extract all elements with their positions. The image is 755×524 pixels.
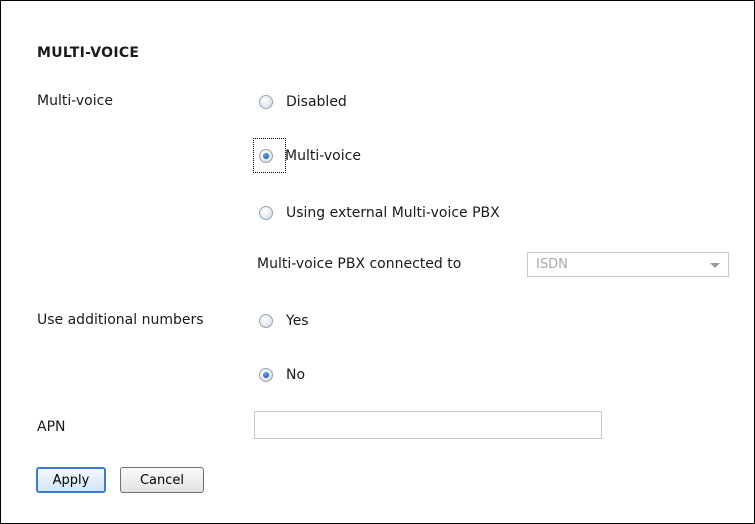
- radio-no-button[interactable]: [259, 368, 273, 382]
- radio-yes-button[interactable]: [259, 314, 273, 328]
- pbx-connected-select[interactable]: ISDN: [527, 252, 729, 277]
- apply-button[interactable]: Apply: [36, 467, 106, 493]
- apn-input[interactable]: [254, 411, 602, 439]
- radio-disabled-label: Disabled: [286, 94, 347, 110]
- apn-label: APN: [37, 419, 66, 435]
- pbx-connected-label: Multi-voice PBX connected to: [257, 256, 462, 272]
- radio-yes-label: Yes: [286, 313, 309, 329]
- pbx-connected-value: ISDN: [536, 257, 568, 272]
- additional-numbers-label: Use additional numbers: [37, 312, 204, 328]
- radio-external-pbx-button[interactable]: [259, 206, 273, 220]
- radio-multi-voice-label: Multi-voice: [285, 148, 361, 164]
- section-title: MULTI-VOICE: [37, 45, 140, 61]
- radio-disabled-button[interactable]: [259, 95, 273, 109]
- radio-no-label: No: [286, 367, 306, 383]
- multi-voice-panel: MULTI-VOICE Multi-voice Disabled Multi-v…: [0, 0, 755, 524]
- multi-voice-label: Multi-voice: [37, 93, 113, 109]
- radio-external-pbx-label: Using external Multi-voice PBX: [286, 205, 500, 221]
- chevron-down-icon[interactable]: [710, 263, 720, 268]
- cancel-button[interactable]: Cancel: [120, 467, 204, 493]
- radio-multi-voice-button[interactable]: [259, 149, 273, 163]
